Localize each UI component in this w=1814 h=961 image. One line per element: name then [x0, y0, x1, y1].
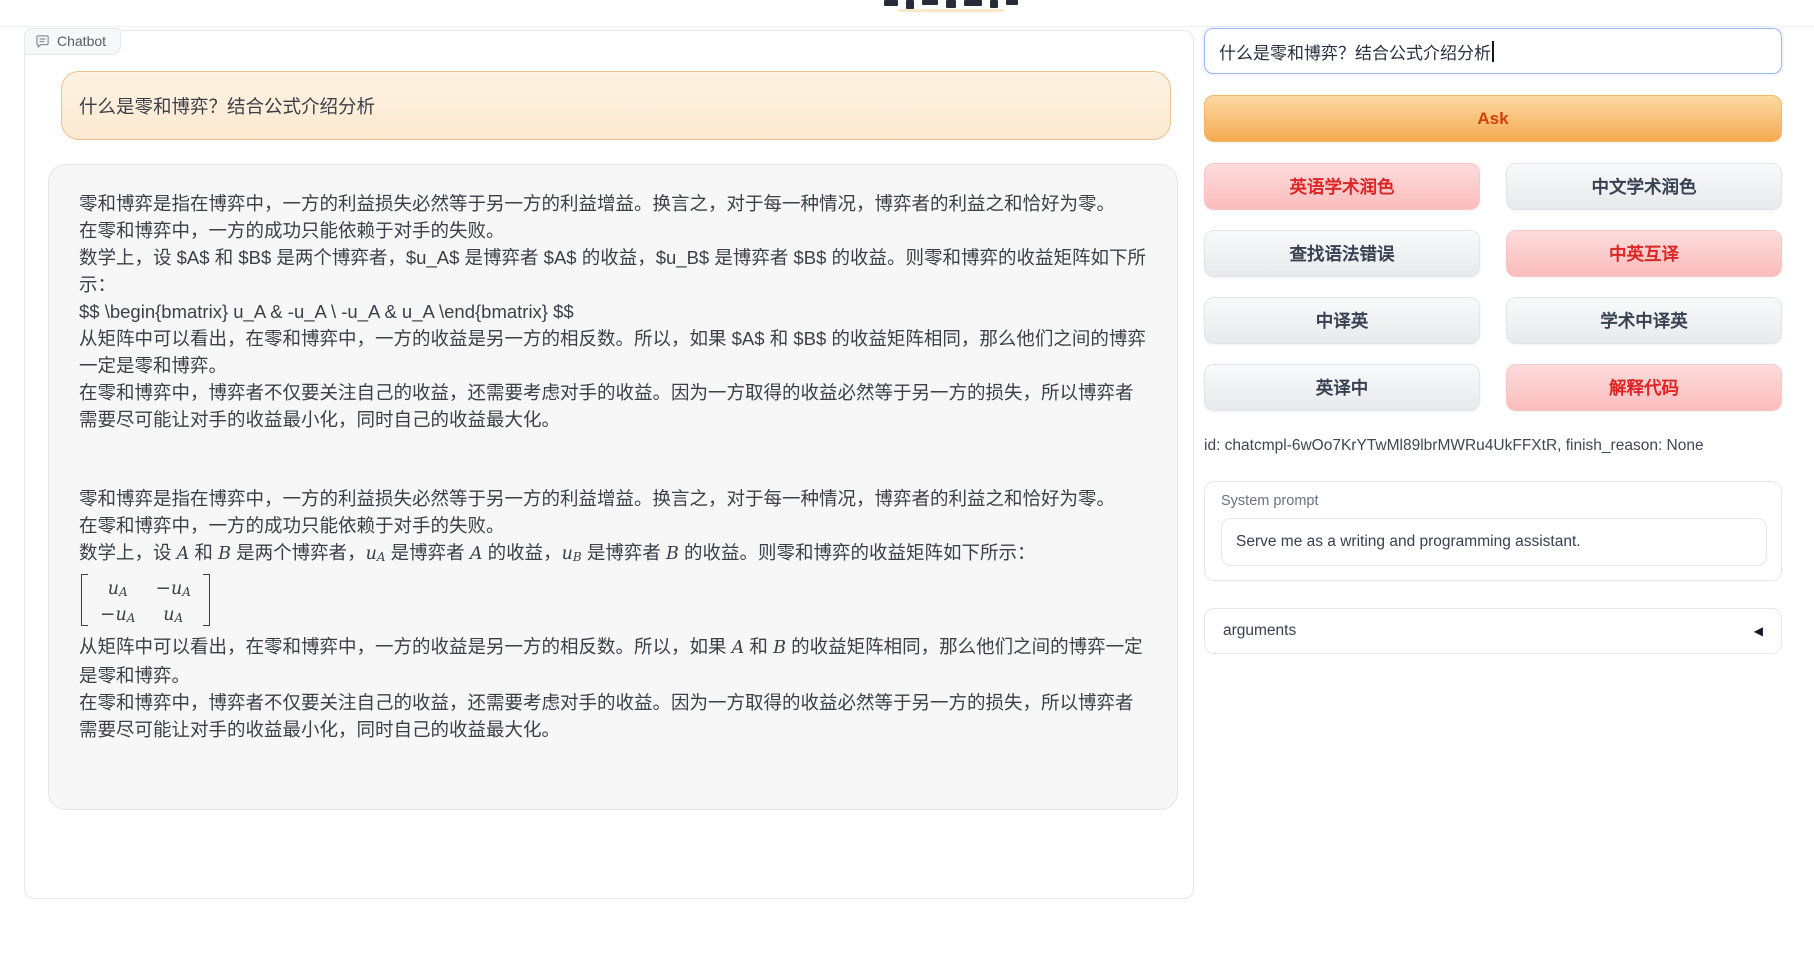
- bot-message-line: 在零和博弈中，博弈者不仅要关注自己的收益，还需要考虑对手的收益。因为一方取得的收…: [79, 379, 1147, 433]
- system-prompt-value: Serve me as a writing and programming as…: [1236, 533, 1581, 551]
- system-prompt-input[interactable]: Serve me as a writing and programming as…: [1221, 518, 1767, 566]
- quick-action-button[interactable]: 中文学术润色: [1506, 163, 1782, 210]
- collapse-left-triangle-icon: ◀: [1754, 624, 1763, 638]
- app-page: Chatbot 什么是零和博弈？结合公式介绍分析 零和博弈是指在博弈中，一方的利…: [0, 0, 1814, 961]
- bot-message-line: 零和博弈是指在博弈中，一方的利益损失必然等于另一方的利益增益。换言之，对于每一种…: [79, 485, 1147, 512]
- speech-bubble-icon: [35, 34, 50, 49]
- chatbot-tab: Chatbot: [24, 28, 121, 55]
- bot-message-line: 从矩阵中可以看出，在零和博弈中，一方的收益是另一方的相反数。所以，如果 A 和 …: [79, 633, 1147, 689]
- quick-action-button[interactable]: 英译中: [1204, 364, 1480, 411]
- page-title-underline: [898, 9, 1004, 12]
- quick-action-button[interactable]: 中英互译: [1506, 230, 1782, 277]
- bot-message-line: 数学上，设 A 和 B 是两个博弈者，uA 是博弈者 A 的收益，uB 是博弈者…: [79, 539, 1147, 569]
- question-input[interactable]: 什么是零和博弈？结合公式介绍分析: [1204, 28, 1782, 74]
- quick-action-button[interactable]: 中译英: [1204, 297, 1480, 344]
- response-status-text: id: chatcmpl-6wOo7KrYTwMl89lbrMWRu4UkFFX…: [1204, 437, 1804, 455]
- bot-message-line: 从矩阵中可以看出，在零和博弈中，一方的收益是另一方的相反数。所以，如果 $A$ …: [79, 325, 1147, 379]
- quick-action-button[interactable]: 查找语法错误: [1204, 230, 1480, 277]
- quick-action-grid: 英语学术润色中文学术润色查找语法错误中英互译中译英学术中译英英译中解释代码: [1204, 163, 1782, 411]
- user-message-bubble: 什么是零和博弈？结合公式介绍分析: [61, 71, 1171, 140]
- arguments-accordion-label: arguments: [1223, 622, 1296, 640]
- bot-message-line: $$ \begin{bmatrix} u_A & -u_A \ -u_A & u…: [79, 298, 1147, 325]
- header-divider: [0, 26, 1814, 27]
- system-prompt-label: System prompt: [1221, 493, 1319, 509]
- chatbot-tab-label: Chatbot: [57, 33, 106, 49]
- text-caret: [1492, 41, 1494, 62]
- quick-action-button[interactable]: 英语学术润色: [1204, 163, 1480, 210]
- question-input-value: 什么是零和博弈？结合公式介绍分析: [1219, 39, 1491, 64]
- payoff-matrix: uA−uA−uAuA: [81, 574, 210, 626]
- bot-message-line: 在零和博弈中，博弈者不仅要关注自己的收益，还需要考虑对手的收益。因为一方取得的收…: [79, 689, 1147, 743]
- quick-action-button[interactable]: 解释代码: [1506, 364, 1782, 411]
- bot-message-line: 在零和博弈中，一方的成功只能依赖于对手的失败。: [79, 217, 1147, 244]
- bot-message-line: 零和博弈是指在博弈中，一方的利益损失必然等于另一方的利益增益。换言之，对于每一种…: [79, 190, 1147, 217]
- bot-message-line: 数学上，设 $A$ 和 $B$ 是两个博弈者，$u_A$ 是博弈者 $A$ 的收…: [79, 244, 1147, 298]
- user-message-text: 什么是零和博弈？结合公式介绍分析: [79, 93, 375, 119]
- ask-button[interactable]: Ask: [1204, 95, 1782, 142]
- arguments-accordion[interactable]: arguments ◀: [1204, 608, 1782, 654]
- bot-message-line: 在零和博弈中，一方的成功只能依赖于对手的失败。: [79, 512, 1147, 539]
- chatbot-panel: Chatbot 什么是零和博弈？结合公式介绍分析 零和博弈是指在博弈中，一方的利…: [24, 30, 1194, 899]
- quick-action-button[interactable]: 学术中译英: [1506, 297, 1782, 344]
- bot-message-bubble: 零和博弈是指在博弈中，一方的利益损失必然等于另一方的利益增益。换言之，对于每一种…: [48, 164, 1178, 810]
- system-prompt-panel: System prompt Serve me as a writing and …: [1204, 481, 1782, 581]
